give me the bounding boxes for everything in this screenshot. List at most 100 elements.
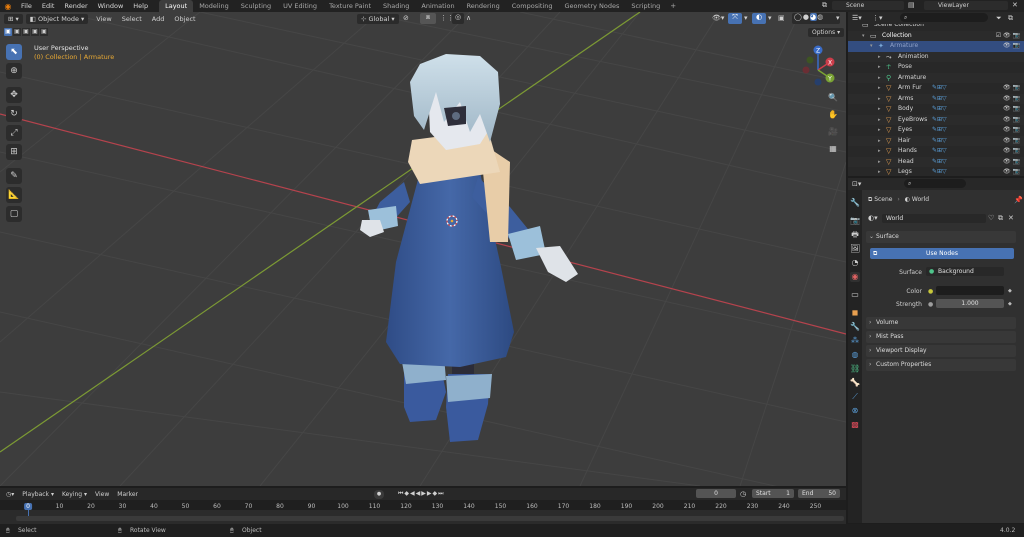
tab-compositing[interactable]: Compositing <box>506 0 559 12</box>
unlink-world-icon[interactable]: ✕ <box>1008 214 1014 222</box>
transform-orientation-selector[interactable]: ⊹ Global ▾ <box>357 14 399 24</box>
tab-sculpting[interactable]: Sculpting <box>235 0 277 12</box>
camera-icon[interactable]: 📷 <box>1013 42 1020 49</box>
rotate-tool-icon[interactable]: ↻ <box>6 106 22 122</box>
annotate-tool-icon[interactable]: ✎ <box>6 168 22 184</box>
pin-icon[interactable]: 📌 <box>1014 196 1023 204</box>
expand-down-icon[interactable]: ▾ <box>870 41 873 52</box>
outliner-editor-icon[interactable]: ☰▾ <box>852 14 862 22</box>
camera-icon[interactable]: 📷 <box>1013 84 1020 91</box>
tab-rendering[interactable]: Rendering <box>461 0 506 12</box>
outliner-row[interactable]: ▸ ▽ EyeBrows ✎⊞▽ 👁 📷 <box>848 114 1024 126</box>
view-layer-icon[interactable]: ▤ <box>908 1 918 10</box>
camera-view-icon[interactable]: 🎥 <box>826 124 840 138</box>
view-layer-selector[interactable]: ViewLayer <box>924 1 1008 10</box>
display-mode-icon[interactable]: ⋮▾ <box>872 14 883 22</box>
tab-output-icon[interactable]: 🖶 <box>850 230 860 240</box>
menu-add[interactable]: Add <box>147 15 170 23</box>
camera-icon[interactable]: 📷 <box>1013 95 1020 102</box>
playhead-indicator[interactable]: 0 <box>24 503 32 510</box>
tab-tool-icon[interactable]: 🔧 <box>850 198 860 208</box>
falloff-icon[interactable]: ∧ <box>466 14 471 22</box>
tab-collection-icon[interactable]: ▭ <box>850 290 860 300</box>
material-shading-icon[interactable]: ◕ <box>809 13 818 21</box>
select-extend-icon[interactable]: ▣ <box>13 28 21 36</box>
tab-view-layer-icon[interactable]: 🖼 <box>850 244 860 254</box>
tab-animation[interactable]: Animation <box>415 0 460 12</box>
checkbox-icon[interactable]: ☑ <box>996 32 1003 39</box>
outliner-row[interactable]: ▾ ✦ Armature 👁 📷 <box>848 41 1024 52</box>
surface-shader-selector[interactable]: ● Background <box>926 267 1004 276</box>
visibility-icon[interactable]: 👁▾ <box>712 14 724 22</box>
wireframe-shading-icon[interactable]: ◯ <box>794 13 803 21</box>
tab-uv-editing[interactable]: UV Editing <box>277 0 323 12</box>
strength-keyframe-icon[interactable]: ◆ <box>1008 301 1012 307</box>
expand-down-icon[interactable]: ▾ <box>862 31 865 42</box>
outliner-row[interactable]: ▸ ▽ Arms ✎⊞▽ 👁 📷 <box>848 93 1024 104</box>
expand-right-icon[interactable]: ▸ <box>878 115 881 126</box>
tab-texture-paint[interactable]: Texture Paint <box>323 0 377 12</box>
add-workspace-button[interactable]: + <box>666 2 680 10</box>
color-keyframe-icon[interactable]: ◆ <box>1008 288 1012 294</box>
properties-editor-icon[interactable]: ⊡▾ <box>852 180 861 188</box>
menu-object[interactable]: Object <box>169 15 200 23</box>
tab-texture-icon[interactable]: ▩ <box>850 420 860 430</box>
eye-icon[interactable]: 👁 <box>1003 42 1013 49</box>
outliner-row[interactable]: ▸ ▽ Legs ✎⊞▽ 👁 📷 <box>848 167 1024 176</box>
scale-tool-icon[interactable]: ⤢ <box>6 125 22 141</box>
measure-tool-icon[interactable]: 📐 <box>6 187 22 203</box>
expand-right-icon[interactable]: ▸ <box>878 167 881 176</box>
expand-right-icon[interactable]: ▸ <box>878 73 881 84</box>
outliner-row[interactable]: ▸ ⤳ Animation <box>848 51 1024 62</box>
proportional-edit-icon[interactable]: ◎ <box>452 13 464 24</box>
xray-icon[interactable]: ▣ <box>778 14 785 22</box>
expand-right-icon[interactable]: ▸ <box>878 146 881 157</box>
expand-right-icon[interactable]: ▸ <box>878 83 881 94</box>
tab-object-constraints-icon[interactable]: ⛓ <box>850 364 860 374</box>
tab-world-icon[interactable]: ◉ <box>850 272 860 282</box>
tab-bone-icon[interactable]: ⟋ <box>850 392 860 402</box>
eye-icon[interactable]: 👁 <box>1003 84 1013 91</box>
viewport-display-panel-header[interactable]: › Viewport Display <box>866 345 1016 357</box>
surface-panel-header[interactable]: ⌄ Surface <box>866 231 1016 243</box>
pivot-icon[interactable]: ⊘ <box>403 14 409 22</box>
menu-help[interactable]: Help <box>128 0 153 12</box>
solid-shading-icon[interactable]: ● <box>803 13 810 21</box>
eye-icon[interactable]: 👁 <box>1003 105 1013 112</box>
expand-right-icon[interactable]: ▸ <box>878 125 881 136</box>
camera-icon[interactable]: 📷 <box>1013 116 1020 123</box>
eye-icon[interactable]: 👁 <box>1003 137 1013 144</box>
menu-window[interactable]: Window <box>93 0 129 12</box>
tab-geometry-nodes[interactable]: Geometry Nodes <box>559 0 626 12</box>
duplicate-world-icon[interactable]: ⧉ <box>998 214 1003 223</box>
outliner-row[interactable]: ▸ ▽ Hands ✎⊞▽ 👁 📷 <box>848 146 1024 157</box>
select-intersect-icon[interactable]: ▣ <box>40 28 48 36</box>
close-view-layer-icon[interactable]: ✕ <box>1012 1 1022 10</box>
volume-panel-header[interactable]: › Volume <box>866 317 1016 329</box>
eye-icon[interactable]: 👁 <box>1003 147 1013 154</box>
menu-edit[interactable]: Edit <box>37 0 60 12</box>
shading-modes[interactable]: ◯●◕◍ <box>792 13 840 24</box>
tab-shading[interactable]: Shading <box>377 0 415 12</box>
eye-icon[interactable]: 👁 <box>1003 32 1013 39</box>
blender-logo-icon[interactable]: ◉ <box>0 2 16 11</box>
outliner-row[interactable]: ▸ ☥ Pose <box>848 62 1024 73</box>
tab-particles-icon[interactable]: ⁂ <box>850 336 860 346</box>
menu-render[interactable]: Render <box>59 0 92 12</box>
outliner-row[interactable]: ▸ ▽ Head ✎⊞▽ 👁 📷 <box>848 156 1024 168</box>
eye-icon[interactable]: 👁 <box>1003 168 1013 175</box>
editor-type-button[interactable]: ⊞ ▾ <box>4 14 23 24</box>
expand-right-icon[interactable]: ▸ <box>878 104 881 115</box>
gizmo-dropdown-icon[interactable]: ▾ <box>744 14 748 22</box>
gizmo-toggle-icon[interactable]: ⤧ <box>728 13 742 24</box>
tab-object-data-icon[interactable]: 🦴 <box>850 378 860 388</box>
camera-icon[interactable]: 📷 <box>1013 126 1020 133</box>
tab-scene-icon[interactable]: ◔ <box>850 258 860 268</box>
outliner-row[interactable]: ▸ ▽ Hair ✎⊞▽ 👁 📷 <box>848 135 1024 146</box>
expand-right-icon[interactable]: ▸ <box>878 157 881 168</box>
camera-icon[interactable]: 📷 <box>1013 32 1020 39</box>
add-cube-tool-icon[interactable]: ▢ <box>6 206 22 222</box>
world-name-field[interactable]: World <box>882 214 986 223</box>
transform-tool-icon[interactable]: ⊞ <box>6 144 22 160</box>
zoom-icon[interactable]: 🔍 <box>826 90 840 104</box>
